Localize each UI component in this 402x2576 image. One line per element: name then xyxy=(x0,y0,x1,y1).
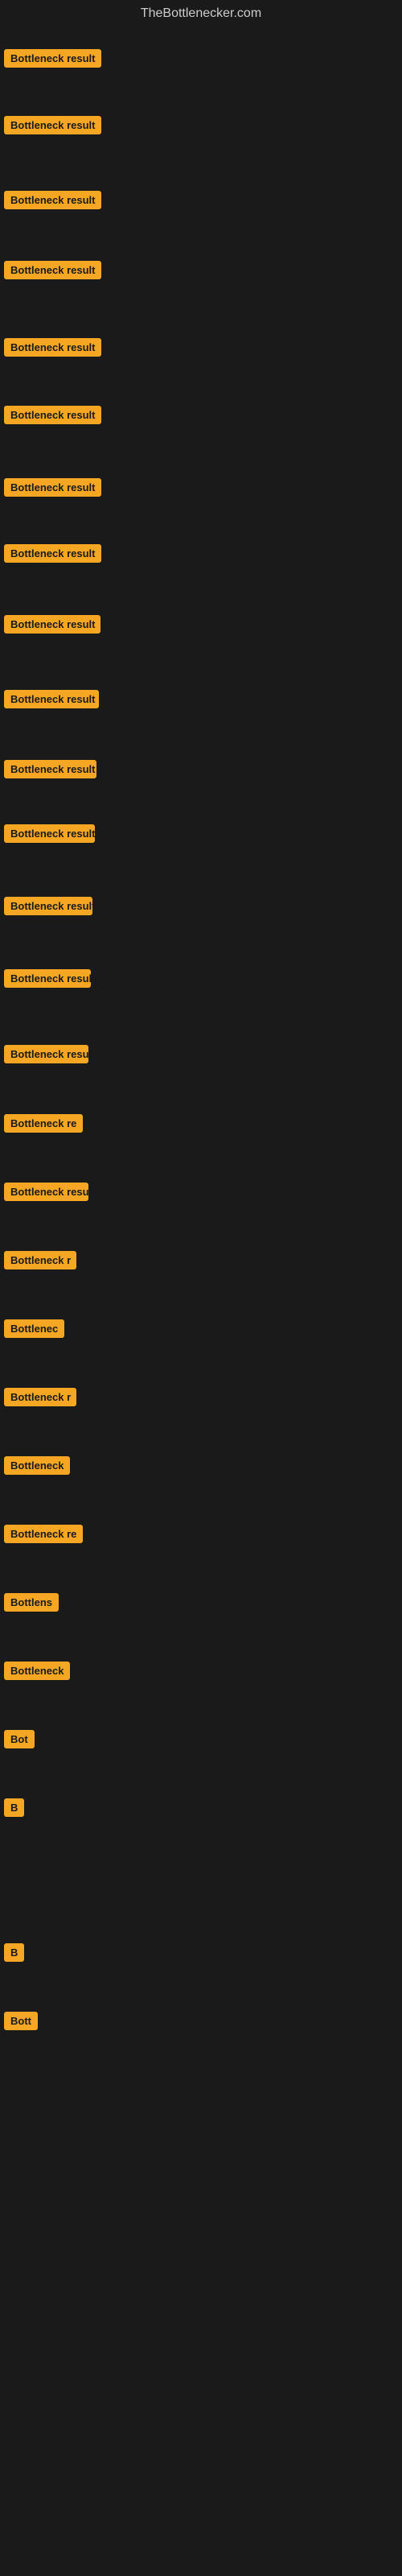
bottleneck-badge: Bottleneck result xyxy=(4,824,95,843)
bottleneck-badge: Bottleneck result xyxy=(4,478,101,497)
bottleneck-badge: Bottleneck re xyxy=(4,1525,83,1543)
bottleneck-badge: Bott xyxy=(4,2012,38,2030)
bottleneck-item: Bottleneck xyxy=(4,1662,70,1684)
bottleneck-badge: Bottleneck xyxy=(4,1662,70,1680)
bottleneck-item: Bottleneck result xyxy=(4,1183,88,1205)
bottleneck-item: Bottleneck result xyxy=(4,261,101,283)
bottleneck-item: Bottleneck result xyxy=(4,49,101,72)
bottleneck-item: Bottlens xyxy=(4,1593,59,1616)
bottleneck-badge: Bottleneck result xyxy=(4,760,96,778)
site-title: TheBottlenecker.com xyxy=(0,0,402,27)
bottleneck-badge: Bottleneck result xyxy=(4,116,101,134)
bottleneck-badge: Bottleneck xyxy=(4,1456,70,1475)
bottleneck-badge: Bottleneck result xyxy=(4,406,101,424)
bottleneck-badge: Bottleneck re xyxy=(4,1114,83,1133)
bottleneck-item: B xyxy=(4,1943,24,1966)
bottleneck-badge: Bottleneck result xyxy=(4,1183,88,1201)
bottleneck-badge: Bottleneck result xyxy=(4,897,92,915)
bottleneck-item: Bottleneck result xyxy=(4,760,96,782)
bottleneck-item: B xyxy=(4,1798,24,1821)
bottleneck-item: Bottleneck result xyxy=(4,1045,88,1067)
bottleneck-item: Bottleneck result xyxy=(4,191,101,213)
bottleneck-badge: B xyxy=(4,1798,24,1817)
bottleneck-item: Bottleneck result xyxy=(4,969,91,992)
bottleneck-item: Bottleneck result xyxy=(4,897,92,919)
bottleneck-item: Bottleneck result xyxy=(4,478,101,501)
bottleneck-item: Bottleneck result xyxy=(4,406,101,428)
bottleneck-badge: Bottleneck result xyxy=(4,338,101,357)
bottleneck-item: Bottleneck result xyxy=(4,544,101,567)
bottleneck-item: Bott xyxy=(4,2012,38,2034)
bottleneck-badge: B xyxy=(4,1943,24,1962)
bottleneck-badge: Bottleneck r xyxy=(4,1251,76,1269)
bottleneck-item: Bottleneck result xyxy=(4,615,100,638)
bottleneck-badge: Bottleneck result xyxy=(4,1045,88,1063)
bottleneck-badge: Bottleneck result xyxy=(4,544,101,563)
bottleneck-badge: Bottlens xyxy=(4,1593,59,1612)
bottleneck-item: Bottleneck r xyxy=(4,1251,76,1274)
bottleneck-item: Bottleneck result xyxy=(4,116,101,138)
bottleneck-badge: Bottleneck result xyxy=(4,969,91,988)
bottleneck-item: Bottlenec xyxy=(4,1319,64,1342)
bottleneck-item: Bottleneck re xyxy=(4,1525,83,1547)
bottleneck-badge: Bottleneck result xyxy=(4,261,101,279)
bottleneck-item: Bottleneck re xyxy=(4,1114,83,1137)
bottleneck-badge: Bottleneck result xyxy=(4,191,101,209)
bottleneck-item: Bottleneck r xyxy=(4,1388,76,1410)
bottleneck-badge: Bottleneck r xyxy=(4,1388,76,1406)
bottleneck-badge: Bottleneck result xyxy=(4,690,99,708)
bottleneck-item: Bot xyxy=(4,1730,35,1752)
bottleneck-item: Bottleneck xyxy=(4,1456,70,1479)
bottleneck-badge: Bot xyxy=(4,1730,35,1748)
bottleneck-item: Bottleneck result xyxy=(4,824,95,847)
bottleneck-badge: Bottlenec xyxy=(4,1319,64,1338)
bottleneck-item: Bottleneck result xyxy=(4,690,99,712)
bottleneck-badge: Bottleneck result xyxy=(4,615,100,634)
bottleneck-item: Bottleneck result xyxy=(4,338,101,361)
bottleneck-badge: Bottleneck result xyxy=(4,49,101,68)
